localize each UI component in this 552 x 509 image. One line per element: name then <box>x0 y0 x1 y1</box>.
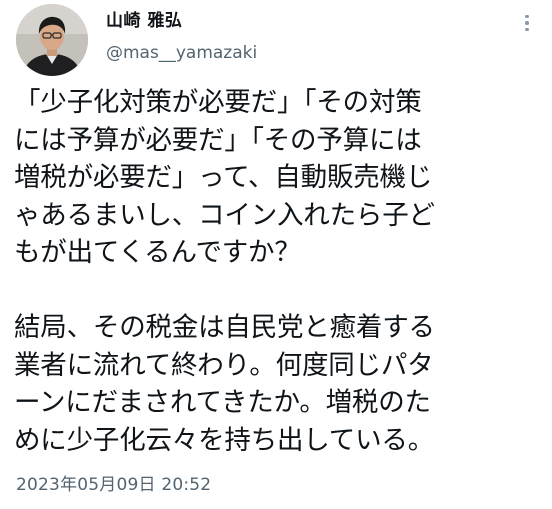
more-vertical-icon-dot <box>525 14 529 19</box>
user-handle[interactable]: @mas__yamazaki <box>106 42 257 64</box>
tweet-card: 山崎 雅弘 @mas__yamazaki 「少子化対策が必要だ」「その対策 には… <box>0 0 552 509</box>
tweet-text-line: 「少子化対策が必要だ」「その対策 <box>14 87 422 118</box>
more-vertical-icon-dot <box>525 21 529 25</box>
display-name[interactable]: 山崎 雅弘 <box>106 10 257 32</box>
profile-photo-icon <box>16 4 88 76</box>
author-info: 山崎 雅弘 @mas__yamazaki <box>106 10 257 64</box>
tweet-text-line: もが出てくるんですか？ <box>14 237 301 268</box>
tweet-text-line: ーンにだまされてきたか。増税のた <box>14 387 431 418</box>
tweet-text-line: ゃあるまいし、コイン入れたら子ど <box>14 199 435 231</box>
timestamp[interactable]: 2023年05月09日 20:52 <box>16 474 211 496</box>
tweet-text-line: 業者に流れて終わり。何度同じパタ <box>14 349 434 381</box>
more-options-button[interactable] <box>516 12 538 34</box>
avatar[interactable] <box>16 4 88 76</box>
tweet-text: 「少子化対策が必要だ」「その対策 には予算が必要だ」「その予算には 増税が必要だ… <box>14 84 544 459</box>
tweet-text-line: 増税が必要だ」って、自動販売機じ <box>14 162 433 193</box>
tweet-text-line: 結局、その税金は自民党と癒着する <box>14 312 435 343</box>
more-vertical-icon-dot <box>525 27 529 32</box>
tweet-text-line: には予算が必要だ」「その予算には <box>14 124 422 156</box>
tweet-text-line: めに少子化云々を持ち出している。 <box>14 424 435 456</box>
